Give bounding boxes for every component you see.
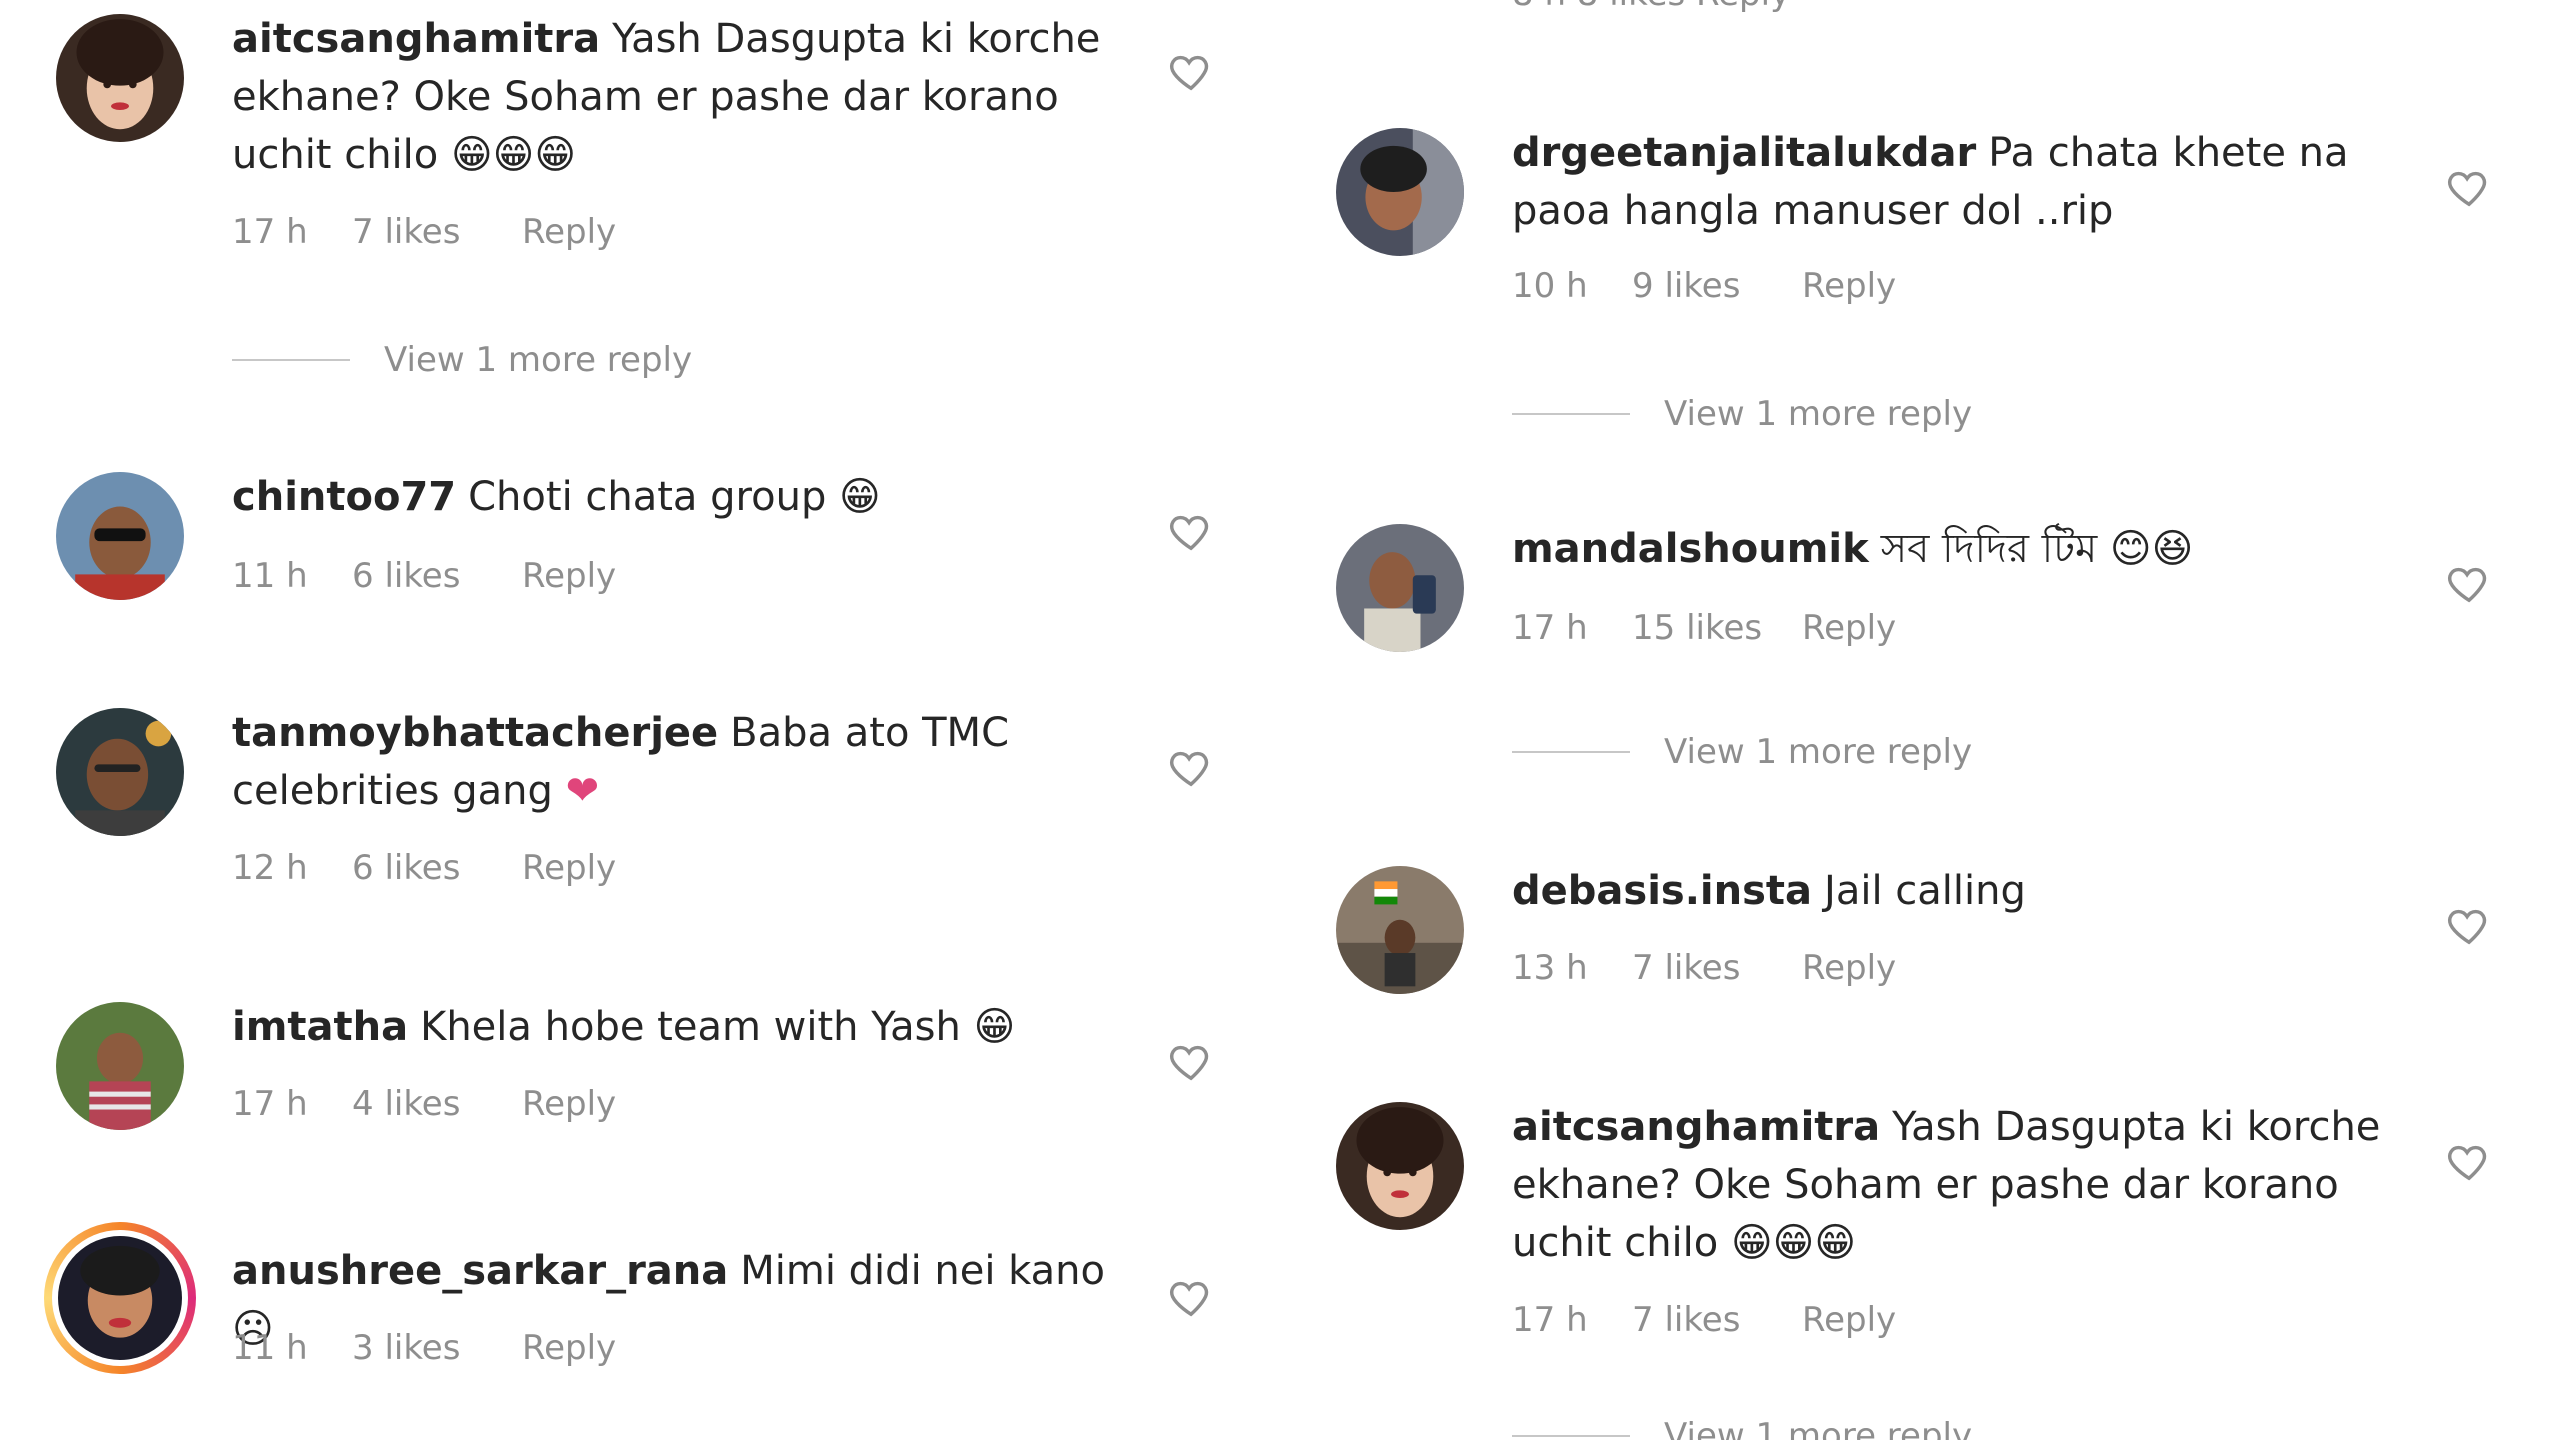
comment-likes[interactable]: 7 likes (352, 212, 522, 252)
reply-button[interactable]: Reply (1802, 1300, 1896, 1340)
comment-text: chintoo77 Choti chata group 😁 (232, 468, 1112, 526)
comment-body: Choti chata group (468, 474, 827, 520)
comment-emoji: ❤ (565, 768, 600, 814)
heart-icon[interactable] (2446, 560, 2492, 606)
avatar[interactable] (56, 1002, 184, 1130)
comment-meta: 13 h 7 likes Reply (1512, 948, 1896, 988)
reply-button[interactable]: Reply (522, 212, 616, 252)
comment-time: 11 h (232, 1328, 308, 1368)
heart-icon[interactable] (1168, 1274, 1214, 1320)
comment-username[interactable]: chintoo77 (232, 474, 456, 520)
heart-icon[interactable] (1168, 1038, 1214, 1084)
comment-text: drgeetanjalitalukdar Pa chata khete na pa… (1512, 124, 2392, 240)
view-more-replies[interactable]: View 1 more reply (1512, 394, 1972, 434)
comment-username[interactable]: aitcsanghamitra (1512, 1104, 1880, 1150)
view-more-label[interactable]: View 1 more reply (1664, 394, 1972, 434)
comment-body: Mimi didi nei kano (740, 1248, 1105, 1294)
avatar[interactable] (1336, 524, 1464, 652)
comment-username[interactable]: drgeetanjalitalukdar (1512, 130, 1976, 176)
comment-likes[interactable]: 3 likes (352, 1328, 522, 1368)
comment-emoji: 😊😆 (2109, 526, 2194, 572)
comment-likes[interactable]: 15 likes (1632, 608, 1802, 648)
comment-text: debasis.insta Jail calling (1512, 862, 2392, 920)
comment-username[interactable]: anushree_sarkar_rana (232, 1248, 728, 1294)
comment-text: aitcsanghamitra Yash Dasgupta ki korche e… (1512, 1098, 2392, 1272)
comment-emoji: 😁😁😁 (1730, 1220, 1857, 1266)
comment-time: 11 h (232, 556, 308, 596)
avatar[interactable] (56, 14, 184, 142)
comment-time: 17 h (1512, 608, 1588, 648)
comment-meta: 17 h 4 likes Reply (232, 1084, 616, 1124)
comment-meta: 12 h 6 likes Reply (232, 848, 616, 888)
comment-likes[interactable]: 9 likes (1632, 266, 1802, 306)
avatar[interactable] (56, 708, 184, 836)
divider-line (1512, 1435, 1630, 1437)
comment-likes[interactable]: 6 likes (352, 556, 522, 596)
comment-meta-partial: 8 h 8 likes Reply (1512, 0, 1790, 14)
comment-meta: 10 h 9 likes Reply (1512, 266, 1896, 306)
comment-likes[interactable]: 4 likes (352, 1084, 522, 1124)
comment-time: 10 h (1512, 266, 1588, 306)
view-more-replies[interactable]: View 1 more reply (1512, 732, 1972, 772)
avatar (58, 1236, 182, 1360)
comment-emoji: 😁 (973, 1004, 1016, 1050)
comment-time: 12 h (232, 848, 308, 888)
comment-emoji: 😁😁😁 (450, 132, 577, 178)
comment-body: Khela hobe team with Yash (420, 1004, 961, 1050)
comment-text: imtatha Khela hobe team with Yash 😁 (232, 998, 1112, 1056)
comment-emoji: 😁 (839, 474, 881, 520)
view-more-replies[interactable]: View 1 more reply (232, 340, 692, 380)
divider-line (232, 359, 350, 361)
heart-icon[interactable] (1168, 744, 1214, 790)
avatar[interactable] (1336, 866, 1464, 994)
reply-button[interactable]: Reply (522, 848, 616, 888)
comment-username[interactable]: mandalshoumik (1512, 526, 1869, 572)
heart-icon[interactable] (1168, 48, 1214, 94)
heart-icon[interactable] (1168, 508, 1214, 554)
comment-body: Jail calling (1824, 868, 2026, 914)
comment-meta: 17 h 15 likes Reply (1512, 608, 1896, 648)
view-more-label[interactable]: View 1 more reply (384, 340, 692, 380)
heart-icon[interactable] (2446, 902, 2492, 948)
left-comment-column: aitcsanghamitra Yash Dasgupta ki korche e… (0, 0, 1280, 1440)
comment-username[interactable]: aitcsanghamitra (232, 16, 600, 62)
comment-meta: 11 h 6 likes Reply (232, 556, 616, 596)
reply-button[interactable]: Reply (1802, 266, 1896, 306)
avatar[interactable] (1336, 128, 1464, 256)
view-more-replies[interactable]: View 1 more reply (1512, 1416, 1972, 1440)
divider-line (1512, 413, 1630, 415)
comment-likes[interactable]: 6 likes (352, 848, 522, 888)
avatar-story-ring[interactable] (44, 1222, 196, 1374)
avatar[interactable] (56, 472, 184, 600)
comment-time: 17 h (232, 212, 308, 252)
comment-time: 17 h (232, 1084, 308, 1124)
reply-button[interactable]: Reply (522, 1328, 616, 1368)
comment-likes[interactable]: 7 likes (1632, 1300, 1802, 1340)
reply-button[interactable]: Reply (1802, 608, 1896, 648)
comment-meta: 17 h 7 likes Reply (232, 212, 616, 252)
comment-text: tanmoybhattacherjee Baba ato TMC celebrit… (232, 704, 1112, 820)
right-comment-column: 8 h 8 likes Reply drgeetanjalitalukdarPa… (1280, 0, 2560, 1440)
reply-button[interactable]: Reply (522, 556, 616, 596)
view-more-label[interactable]: View 1 more reply (1664, 1416, 1972, 1440)
comment-meta: 17 h 7 likes Reply (1512, 1300, 1896, 1340)
reply-button[interactable]: Reply (1802, 948, 1896, 988)
divider-line (1512, 751, 1630, 753)
comment-likes[interactable]: 7 likes (1632, 948, 1802, 988)
avatar[interactable] (1336, 1102, 1464, 1230)
comment-meta: 11 h 3 likes Reply (232, 1328, 616, 1368)
comment-time: 13 h (1512, 948, 1588, 988)
comment-time: 17 h (1512, 1300, 1588, 1340)
comment-username[interactable]: debasis.insta (1512, 868, 1812, 914)
comment-username[interactable]: imtatha (232, 1004, 408, 1050)
comment-text: aitcsanghamitra Yash Dasgupta ki korche e… (232, 10, 1112, 184)
view-more-label[interactable]: View 1 more reply (1664, 732, 1972, 772)
heart-icon[interactable] (2446, 164, 2492, 210)
reply-button[interactable]: Reply (522, 1084, 616, 1124)
comment-text: mandalshoumik সব দিদির টিম 😊😆 (1512, 520, 2392, 578)
comment-username[interactable]: tanmoybhattacherjee (232, 710, 718, 756)
comment-body: সব দিদির টিম (1880, 526, 2098, 572)
heart-icon[interactable] (2446, 1138, 2492, 1184)
